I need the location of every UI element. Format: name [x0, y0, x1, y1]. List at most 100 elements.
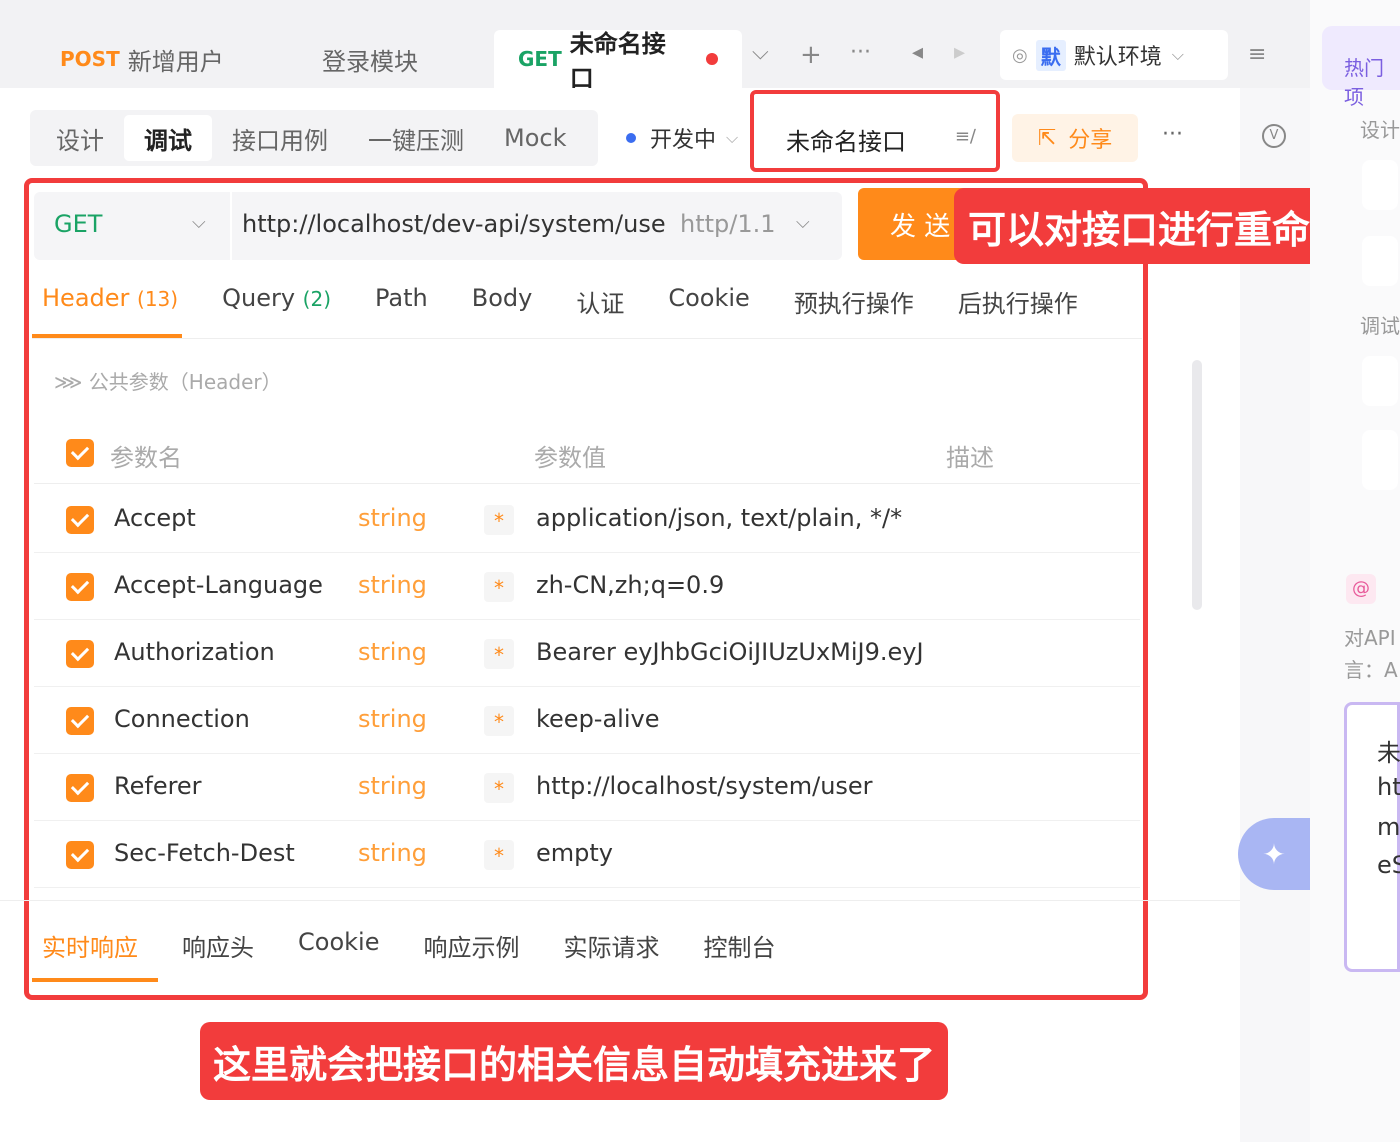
- mode-stress-test[interactable]: 一键压测: [348, 115, 484, 161]
- row-checkbox[interactable]: [66, 841, 94, 869]
- required-icon[interactable]: *: [484, 639, 514, 669]
- mode-design[interactable]: 设计: [36, 115, 124, 161]
- required-icon[interactable]: *: [484, 505, 514, 535]
- tab-login-module[interactable]: 登录模块: [298, 30, 442, 88]
- param-type[interactable]: string: [358, 571, 427, 599]
- assistant-icon: ✦: [1262, 837, 1286, 871]
- tab-header[interactable]: Header (13): [42, 284, 178, 319]
- param-name[interactable]: Authorization: [114, 638, 275, 666]
- tab-cookie[interactable]: Cookie: [668, 284, 749, 319]
- api-name-field[interactable]: 未命名接口 ≡∕: [750, 90, 1000, 172]
- more-options-icon[interactable]: ···: [1162, 122, 1183, 147]
- row-checkbox[interactable]: [66, 774, 94, 802]
- param-type[interactable]: string: [358, 839, 427, 867]
- hot-items-card[interactable]: 热门项: [1322, 26, 1400, 109]
- table-row[interactable]: Authorization string * Bearer eyJhbGciOiJIU…: [34, 620, 1140, 687]
- url-input[interactable]: http://localhost/dev-api/system/use: [242, 210, 666, 238]
- menu-icon[interactable]: ≡: [1248, 42, 1266, 67]
- tab-query[interactable]: Query (2): [222, 284, 331, 319]
- param-name[interactable]: Connection: [114, 705, 250, 733]
- common-params-toggle[interactable]: ⋙ 公共参数（Header）: [54, 366, 282, 395]
- param-type[interactable]: string: [358, 504, 427, 532]
- tab-more-icon[interactable]: ···: [850, 40, 871, 65]
- tab-response-headers[interactable]: 响应头: [182, 928, 254, 963]
- column-value: 参数值: [534, 444, 606, 472]
- select-all-checkbox[interactable]: [66, 439, 94, 467]
- param-type[interactable]: string: [358, 638, 427, 666]
- param-value[interactable]: http://localhost/system/user: [536, 772, 873, 800]
- table-row[interactable]: Connection string * keep-alive: [34, 687, 1140, 754]
- param-name[interactable]: Accept-Language: [114, 571, 323, 599]
- table-row[interactable]: Referer string * http://localhost/system/us…: [34, 754, 1140, 821]
- required-icon[interactable]: *: [484, 773, 514, 803]
- tab-response-cookie[interactable]: Cookie: [298, 928, 379, 963]
- param-value[interactable]: zh-CN,zh;q=0.9: [536, 571, 724, 599]
- param-type[interactable]: string: [358, 705, 427, 733]
- table-row[interactable]: Accept-Language string * zh-CN,zh;q=0.9: [34, 553, 1140, 620]
- target-icon[interactable]: [1362, 236, 1398, 286]
- tab-prev-icon[interactable]: ◂: [912, 40, 923, 65]
- param-value[interactable]: keep-alive: [536, 705, 659, 733]
- mode-switcher: 设计 调试 接口用例 一键压测 Mock: [30, 110, 598, 166]
- tab-next-icon[interactable]: ▸: [954, 40, 965, 65]
- tab-count: (13): [137, 287, 179, 311]
- tab-title: 新增用户: [127, 47, 224, 76]
- right-lang-text: 言：A: [1344, 658, 1398, 682]
- mode-mock[interactable]: Mock: [484, 115, 586, 161]
- tab-response-example[interactable]: 响应示例: [423, 928, 519, 963]
- param-value[interactable]: Bearer eyJhbGciOiJIUzUxMiJ9.eyJ: [536, 638, 924, 666]
- scrollbar[interactable]: [1192, 360, 1202, 610]
- design-icon[interactable]: [1362, 160, 1398, 210]
- required-icon[interactable]: *: [484, 840, 514, 870]
- status-selector[interactable]: 开发中 ⌵: [626, 122, 738, 154]
- response-tabs: 实时响应 响应头 Cookie 响应示例 实际请求 控制台: [42, 928, 819, 963]
- tab-count: (2): [302, 287, 332, 311]
- tab-auth[interactable]: 认证: [576, 284, 624, 319]
- tab-pre-script[interactable]: 预执行操作: [794, 284, 914, 319]
- param-value[interactable]: empty: [536, 839, 613, 867]
- tab-live-response[interactable]: 实时响应: [42, 928, 138, 963]
- environment-selector[interactable]: ◎ 默 默认环境 ⌵: [1000, 30, 1228, 80]
- tab-body[interactable]: Body: [472, 284, 533, 319]
- protocol-selector[interactable]: http/1.1: [680, 210, 776, 238]
- method-selector[interactable]: GET: [54, 210, 102, 238]
- table-row[interactable]: Accept string * application/json, text/plai…: [34, 486, 1140, 553]
- tab-unnamed-api[interactable]: GET 未命名接口: [494, 30, 742, 93]
- tab-dropdown-icon[interactable]: ⌵: [752, 40, 769, 65]
- divider: [32, 338, 1142, 339]
- right-preview-box[interactable]: 未 ht m eS: [1344, 702, 1400, 972]
- required-icon[interactable]: *: [484, 706, 514, 736]
- param-name[interactable]: Sec-Fetch-Dest: [114, 839, 295, 867]
- tab-post-script[interactable]: 后执行操作: [958, 284, 1078, 319]
- table-row[interactable]: Sec-Fetch-Dest string * empty: [34, 821, 1140, 888]
- row-checkbox[interactable]: [66, 573, 94, 601]
- mode-debug[interactable]: 调试: [124, 115, 212, 161]
- monitor-icon[interactable]: [1362, 430, 1398, 490]
- chevron-down-icon: ⌵: [1171, 45, 1184, 64]
- add-tab-icon[interactable]: +: [800, 40, 822, 70]
- tab-actual-request[interactable]: 实际请求: [563, 928, 659, 963]
- divider: [230, 192, 232, 260]
- param-name[interactable]: Accept: [114, 504, 196, 532]
- row-checkbox[interactable]: [66, 506, 94, 534]
- param-type[interactable]: string: [358, 772, 427, 800]
- method-label: POST: [60, 47, 120, 71]
- tab-console[interactable]: 控制台: [703, 928, 775, 963]
- row-checkbox[interactable]: [66, 640, 94, 668]
- list-icon[interactable]: [1362, 356, 1398, 406]
- tab-path[interactable]: Path: [375, 284, 428, 319]
- param-name[interactable]: Referer: [114, 772, 202, 800]
- edit-description-icon[interactable]: ≡∕: [955, 126, 976, 147]
- mode-test-cases[interactable]: 接口用例: [212, 115, 348, 161]
- share-button[interactable]: ⇱ 分享: [1012, 114, 1138, 162]
- assistant-button[interactable]: ✦: [1238, 818, 1310, 890]
- chevron-down-icon: ⌵: [726, 128, 739, 147]
- required-icon[interactable]: *: [484, 572, 514, 602]
- version-icon[interactable]: V: [1262, 124, 1286, 148]
- row-checkbox[interactable]: [66, 707, 94, 735]
- at-icon: @: [1346, 574, 1376, 604]
- annotation-rename: 可以对接口进行重命名: [954, 188, 1362, 264]
- param-value[interactable]: application/json, text/plain, */*: [536, 504, 902, 532]
- tab-title: 未命名接口: [569, 30, 666, 93]
- tab-post-new-user[interactable]: POST 新增用户: [36, 30, 248, 88]
